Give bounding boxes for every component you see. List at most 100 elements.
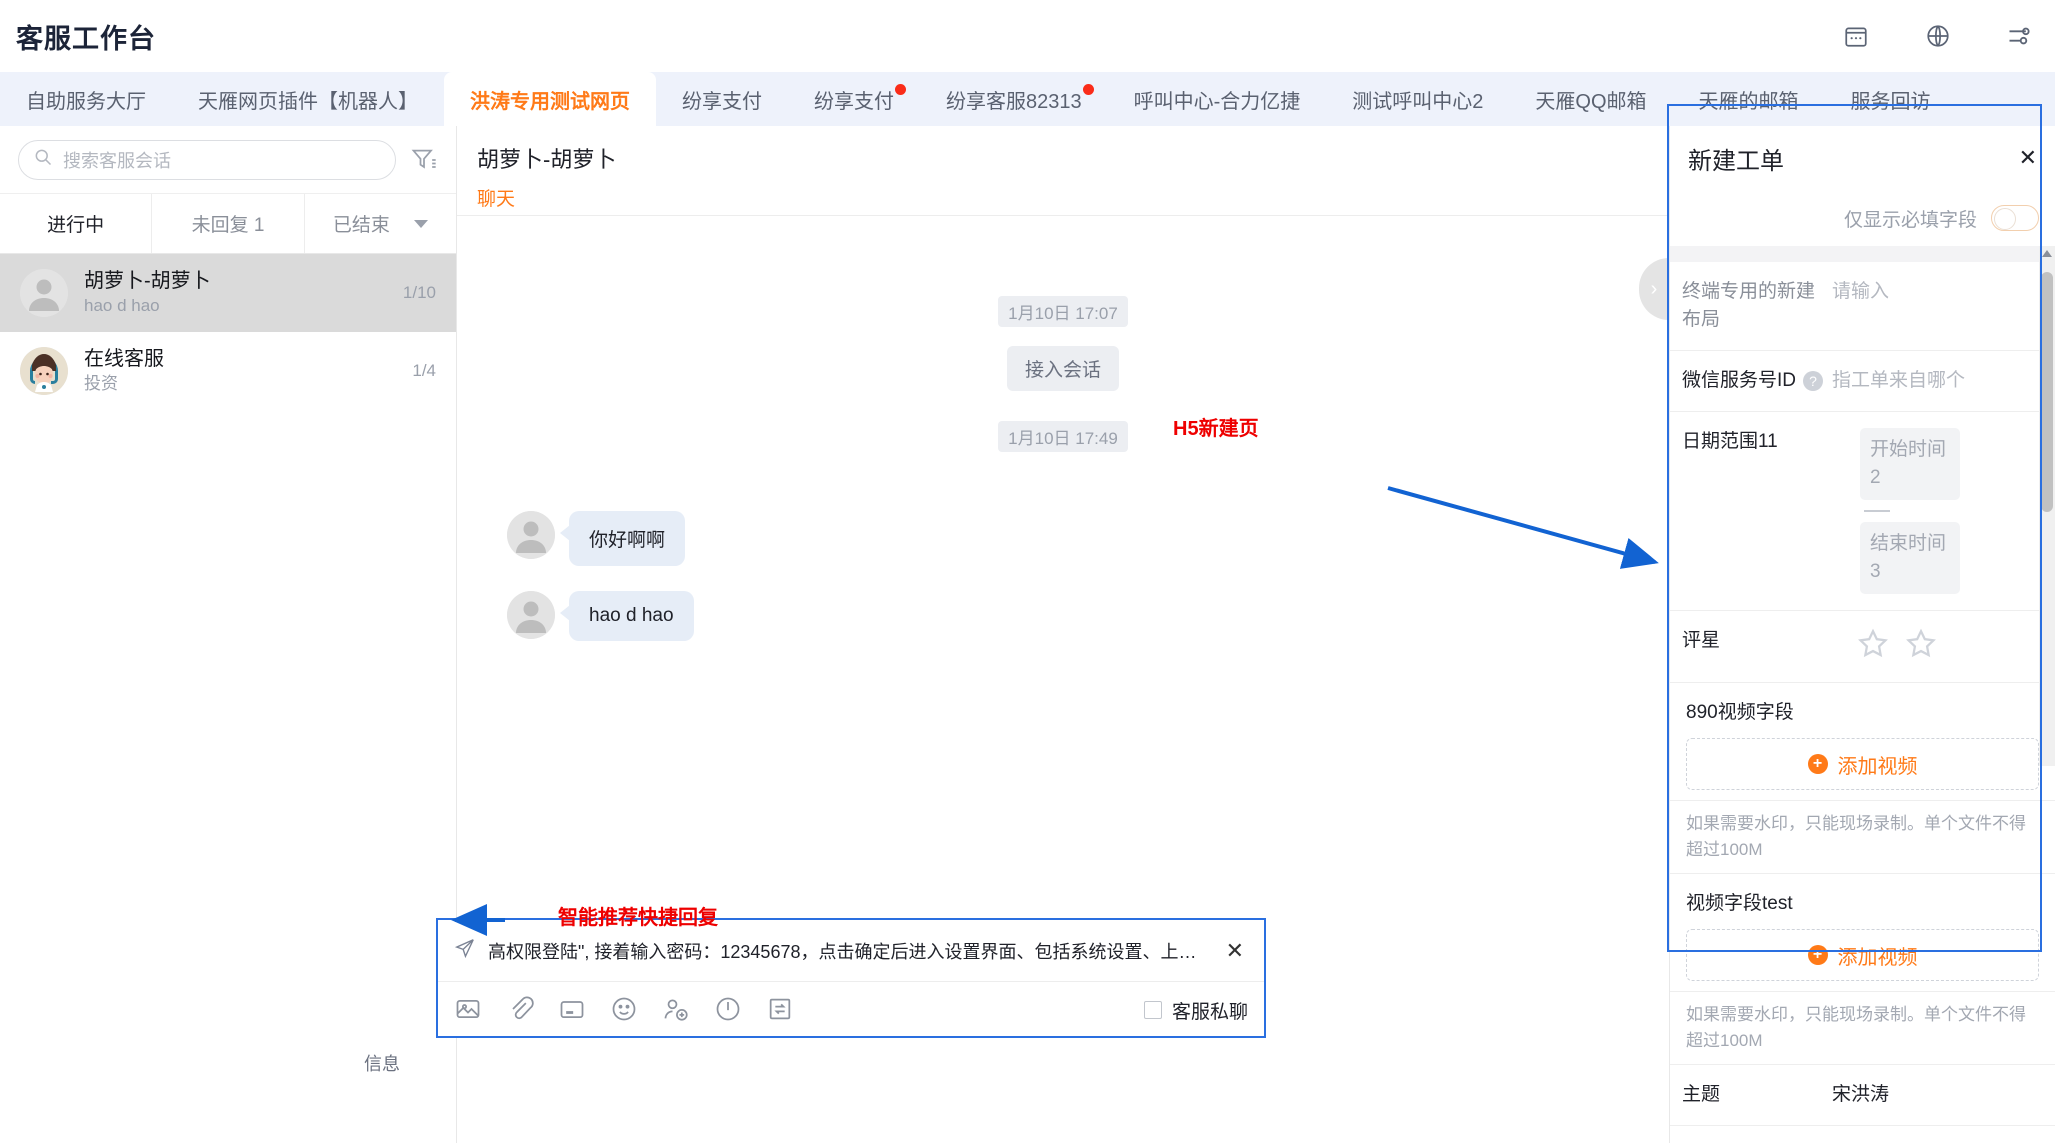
scrollbar-thumb[interactable]: [2041, 272, 2053, 512]
quick-reply-annotation: 智能推荐快捷回复: [558, 907, 718, 929]
tab-0[interactable]: 自助服务大厅: [0, 72, 172, 126]
tab-chat[interactable]: 聊天: [477, 184, 515, 211]
tab-label: 呼叫中心-合力亿捷: [1133, 90, 1301, 113]
conversation-name: 在线客服: [84, 348, 164, 370]
list-item[interactable]: 胡萝卜-胡萝卜 hao d hao 1/10: [0, 254, 456, 332]
tab-9[interactable]: 天雁的邮箱: [1673, 72, 1825, 126]
tab-label: 洪涛专用测试网页: [470, 90, 630, 113]
tab-3[interactable]: 纷享支付: [656, 72, 788, 126]
private-chat-toggle[interactable]: 客服私聊: [1143, 997, 1248, 1024]
video-field-label: 890视频字段: [1686, 702, 1794, 723]
list-item[interactable]: 在线客服 投资 1/4: [0, 332, 456, 410]
tab-label: 纷享客服82313: [946, 90, 1082, 113]
plus-icon: +: [1807, 945, 1828, 965]
tab-10[interactable]: 服务回访: [1825, 72, 1957, 126]
private-chat-label: 客服私聊: [1171, 1001, 1248, 1023]
tab-5[interactable]: 纷享客服82313: [920, 72, 1108, 126]
private-chat-checkbox[interactable]: [1143, 1001, 1162, 1019]
chat-header: 胡萝卜-胡萝卜 聊天: [457, 126, 1669, 216]
attachment-icon[interactable]: [506, 995, 536, 1025]
conversation-count: 1/4: [412, 361, 436, 380]
avatar: [20, 347, 68, 395]
ticket-field: 评星: [1670, 611, 2055, 683]
field-label: 主题: [1682, 1084, 1721, 1105]
tab-label: 纷享支付: [682, 90, 762, 113]
field-label-wrap: 评星: [1682, 627, 1832, 655]
workspace-tabbar[interactable]: 自助服务大厅 天雁网页插件【机器人】 洪涛专用测试网页 纷享支付 纷享支付 纷享客服823…: [0, 72, 2055, 126]
field-label: 终端专用的新建布局: [1682, 281, 1816, 330]
conversation-status-tab-0[interactable]: 进行中: [0, 194, 153, 253]
star-icon[interactable]: [1904, 627, 1938, 666]
rating-stars[interactable]: [1832, 627, 2043, 666]
help-icon[interactable]: ?: [1803, 371, 1824, 391]
conversation-preview: hao d hao: [84, 296, 160, 315]
field-label: 日期范围11: [1682, 431, 1778, 452]
ticket-field: 终端专用的新建布局 请输入: [1670, 262, 2055, 351]
close-icon[interactable]: ✕: [2019, 145, 2037, 171]
star-icon[interactable]: [1856, 627, 1890, 666]
video-upload-hint: 如果需要水印，只能现场录制。单个文件不得超过100M: [1670, 801, 2055, 874]
start-date-input[interactable]: 开始时间2: [1860, 428, 1960, 500]
close-icon[interactable]: ✕: [1222, 938, 1248, 964]
message-row: 1月10日 17:07: [457, 296, 1669, 327]
page-title: 客服工作台: [16, 23, 156, 54]
panel-divider: [1670, 246, 2055, 262]
conversation-status-tab-2[interactable]: 已结束: [305, 194, 456, 253]
end-date-input[interactable]: 结束时间3: [1860, 522, 1960, 594]
chevron-down-icon[interactable]: [413, 219, 428, 228]
card-icon[interactable]: [558, 995, 588, 1025]
ticket-field: 微信服务号ID? 指工单来自哪个: [1670, 351, 2055, 412]
scroll-up-arrow-icon[interactable]: [2042, 250, 2052, 257]
video-field-label: 视频字段test: [1686, 893, 1793, 914]
panel-scrollbar[interactable]: [2039, 246, 2055, 766]
conversation-list: 胡萝卜-胡萝卜 hao d hao 1/10 在线客服 投资 1/4: [0, 254, 456, 410]
customer-service-workbench: 客服工作台 自助服务大厅 天雁网页插件【机器人】 洪涛专用测试网页 纷享支付 纷…: [0, 0, 2055, 1143]
message-timestamp: 1月10日 17:49: [998, 421, 1128, 452]
globe-icon[interactable]: [1923, 21, 1953, 51]
tab-1[interactable]: 天雁网页插件【机器人】: [172, 72, 444, 126]
ticket-field-list: 终端专用的新建布局 请输入 微信服务号ID? 指工单来自哪个 日期范围11 开始时间2 结束…: [1670, 262, 2055, 1126]
conversation-sidebar: 搜索客服会话 进行中 未回复 1 已结束 胡萝卜-胡萝卜 hao d hao 1/10 在…: [0, 126, 457, 1143]
required-only-label: 仅显示必填字段: [1843, 209, 1977, 231]
tab-label: 天雁QQ邮箱: [1535, 90, 1647, 113]
date-range-picker[interactable]: 开始时间2 结束时间3: [1832, 428, 2043, 594]
new-ticket-panel: 新建工单 ✕ 仅显示必填字段 终端专用的新建布局 请输入 微信服务号ID? 指工单来自…: [1669, 126, 2055, 1143]
emoji-icon[interactable]: [610, 995, 640, 1025]
add-video-button[interactable]: + 添加视频: [1686, 929, 2039, 981]
tab-7[interactable]: 测试呼叫中心2: [1326, 72, 1509, 126]
add-video-button[interactable]: + 添加视频: [1686, 738, 2039, 790]
image-icon[interactable]: [454, 995, 484, 1025]
field-value[interactable]: 宋洪涛: [1832, 1081, 2043, 1109]
calendar-icon[interactable]: [1841, 21, 1871, 51]
settings-sliders-icon[interactable]: [2005, 21, 2035, 51]
field-value[interactable]: 请输入: [1832, 278, 2043, 306]
required-only-switch[interactable]: [1991, 205, 2039, 231]
video-upload-block: 视频字段test + 添加视频: [1670, 874, 2055, 992]
field-label-wrap: 日期范围11: [1682, 428, 1832, 456]
tab-2[interactable]: 洪涛专用测试网页: [444, 72, 656, 126]
tab-label: 服务回访: [1850, 90, 1931, 113]
tab-4[interactable]: 纷享支付: [788, 72, 920, 126]
tab-8[interactable]: 天雁QQ邮箱: [1509, 72, 1672, 126]
conversation-status-tabs[interactable]: 进行中 未回复 1 已结束: [0, 194, 456, 254]
conversation-info: 胡萝卜-胡萝卜 hao d hao: [84, 268, 387, 318]
conversation-info: 在线客服 投资: [84, 346, 396, 396]
system-message: 接入会话: [1006, 346, 1119, 391]
field-value[interactable]: 指工单来自哪个: [1832, 367, 2043, 395]
add-contact-icon[interactable]: [662, 995, 692, 1025]
search-placeholder: 搜索客服会话: [63, 150, 171, 171]
power-icon[interactable]: [714, 995, 744, 1025]
message-list: 1月10日 17:07 接入会话 1月10日 17:49 你好啊啊 hao d hao: [457, 216, 1669, 976]
transfer-icon[interactable]: [766, 995, 796, 1025]
field-label-wrap: 微信服务号ID?: [1682, 367, 1832, 395]
conversation-status-tab-1[interactable]: 未回复 1: [152, 194, 305, 253]
search-input[interactable]: 搜索客服会话: [18, 139, 396, 180]
filter-icon[interactable]: [410, 146, 438, 174]
h5-new-page-annotation: H5新建页: [1173, 418, 1259, 440]
tab-6[interactable]: 呼叫中心-合力亿捷: [1108, 72, 1327, 126]
message-row: 你好啊啊: [457, 511, 1669, 566]
tab-badge-dot: [1082, 84, 1094, 95]
add-video-label: 添加视频: [1837, 755, 1918, 778]
tab-label: 自助服务大厅: [26, 90, 146, 113]
avatar: [507, 511, 555, 559]
